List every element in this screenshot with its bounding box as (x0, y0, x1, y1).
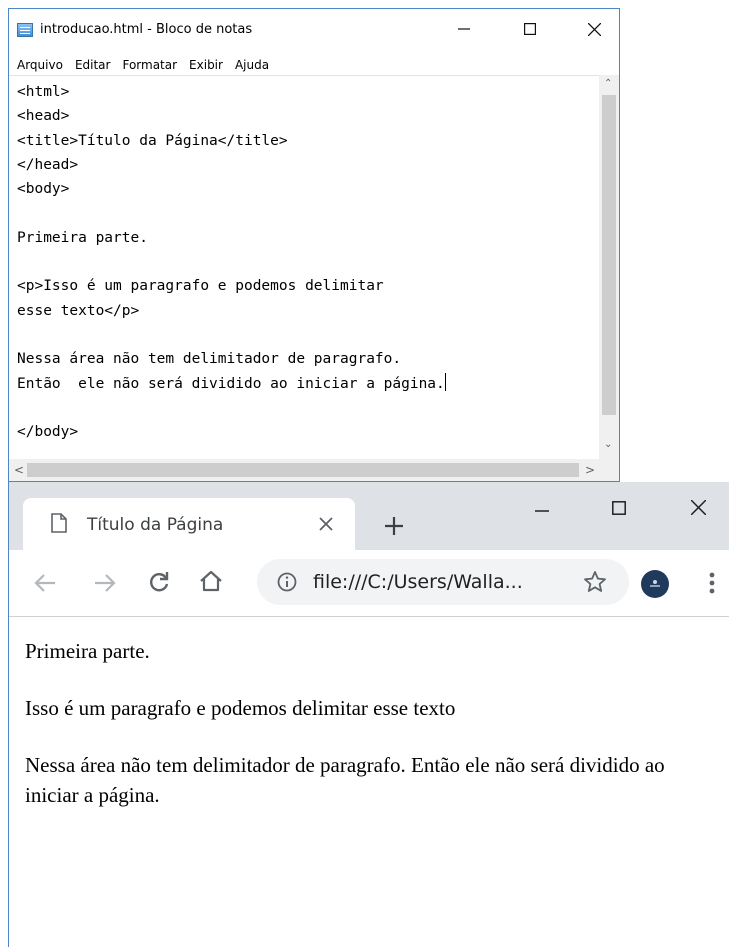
menu-formatar[interactable]: Formatar (116, 55, 183, 75)
minimize-icon (458, 28, 470, 30)
code-line: esse texto</p> (17, 302, 140, 319)
scroll-down-icon[interactable]: ⌄ (604, 439, 612, 450)
browser-toolbar: file:///C:/Users/Walla... (9, 550, 729, 617)
avatar[interactable] (641, 570, 669, 598)
more-vert-icon[interactable] (709, 572, 715, 594)
scroll-right-icon[interactable]: > (585, 463, 595, 477)
code-line: </head> (17, 156, 79, 173)
horizontal-scrollbar[interactable]: < > (9, 459, 599, 481)
page-icon (51, 513, 67, 533)
menu-editar[interactable]: Editar (69, 55, 117, 75)
browser-window: Título da Página file:///C:/Users/Walla.… (8, 482, 729, 947)
tab-close-icon[interactable] (319, 517, 333, 531)
vertical-scroll-thumb[interactable] (602, 95, 616, 415)
reload-icon[interactable] (148, 571, 170, 593)
code-line: ​ (17, 323, 599, 347)
code-line: ​ (17, 201, 599, 225)
url-text: file:///C:/Users/Walla... (313, 571, 523, 593)
notepad-menubar: Arquivo Editar Formatar Exibir Ajuda (9, 55, 275, 75)
home-icon[interactable] (199, 569, 223, 593)
notepad-titlebar[interactable]: introducao.html - Bloco de notas (9, 9, 619, 49)
paragraph-2: Isso é um paragrafo e podemos delimitar … (25, 696, 456, 720)
notepad-window: introducao.html - Bloco de notas Arquivo… (8, 8, 620, 482)
close-button[interactable] (571, 9, 617, 49)
code-line: <body> (17, 181, 70, 198)
maximize-button[interactable] (507, 9, 553, 49)
code-line: </body> (17, 424, 79, 441)
back-arrow-icon[interactable] (34, 573, 56, 593)
notepad-app-icon (17, 23, 33, 37)
code-line: <html> (17, 84, 70, 100)
code-line-with-caret: Então ele não será dividido ao iniciar a… (17, 372, 599, 396)
notepad-text-area[interactable]: <html> <head> <title>Título da Página</tit… (9, 75, 599, 460)
notepad-title: introducao.html - Bloco de notas (40, 22, 253, 37)
plus-icon[interactable] (384, 516, 404, 536)
tab-strip: Título da Página (9, 482, 729, 550)
menu-exibir[interactable]: Exibir (183, 55, 229, 75)
close-icon[interactable] (691, 500, 706, 515)
code-line: ​ (17, 250, 599, 274)
paragraph-3: Nessa área não tem delimitador de paragr… (25, 753, 665, 807)
maximize-icon (524, 23, 536, 35)
code-line: Nessa área não tem delimitador de paragr… (17, 351, 402, 368)
forward-arrow-icon[interactable] (94, 573, 116, 593)
profile-image (650, 580, 660, 587)
code-line: <title>Título da Página</title> (17, 132, 288, 149)
code-line: <head> (17, 108, 70, 125)
horizontal-scroll-thumb[interactable] (27, 463, 579, 477)
code-line: Primeira parte. (17, 229, 148, 246)
close-icon (587, 22, 601, 36)
star-icon[interactable] (583, 570, 607, 594)
code-line: <p>Isso é um paragrafo e podemos delimit… (17, 278, 384, 295)
menu-ajuda[interactable]: Ajuda (229, 55, 275, 75)
tab-title: Título da Página (87, 515, 224, 535)
minimize-button[interactable] (441, 9, 487, 49)
maximize-icon[interactable] (612, 501, 626, 515)
paragraph-1: Primeira parte. (25, 639, 150, 663)
resize-grip[interactable] (599, 459, 619, 481)
info-icon[interactable] (277, 572, 297, 592)
scroll-left-icon[interactable]: < (14, 463, 24, 477)
scroll-up-icon[interactable]: ⌃ (604, 78, 612, 89)
address-bar[interactable]: file:///C:/Users/Walla... (257, 559, 629, 605)
code-line-text: Então ele não será dividido ao iniciar a… (17, 375, 445, 392)
code-line: ​ (17, 396, 599, 420)
tab-active[interactable]: Título da Página (23, 498, 355, 550)
text-caret (444, 372, 446, 391)
minimize-icon[interactable] (535, 510, 549, 512)
menu-arquivo[interactable]: Arquivo (9, 55, 69, 75)
vertical-scrollbar[interactable]: ⌃ ⌄ (599, 75, 619, 459)
